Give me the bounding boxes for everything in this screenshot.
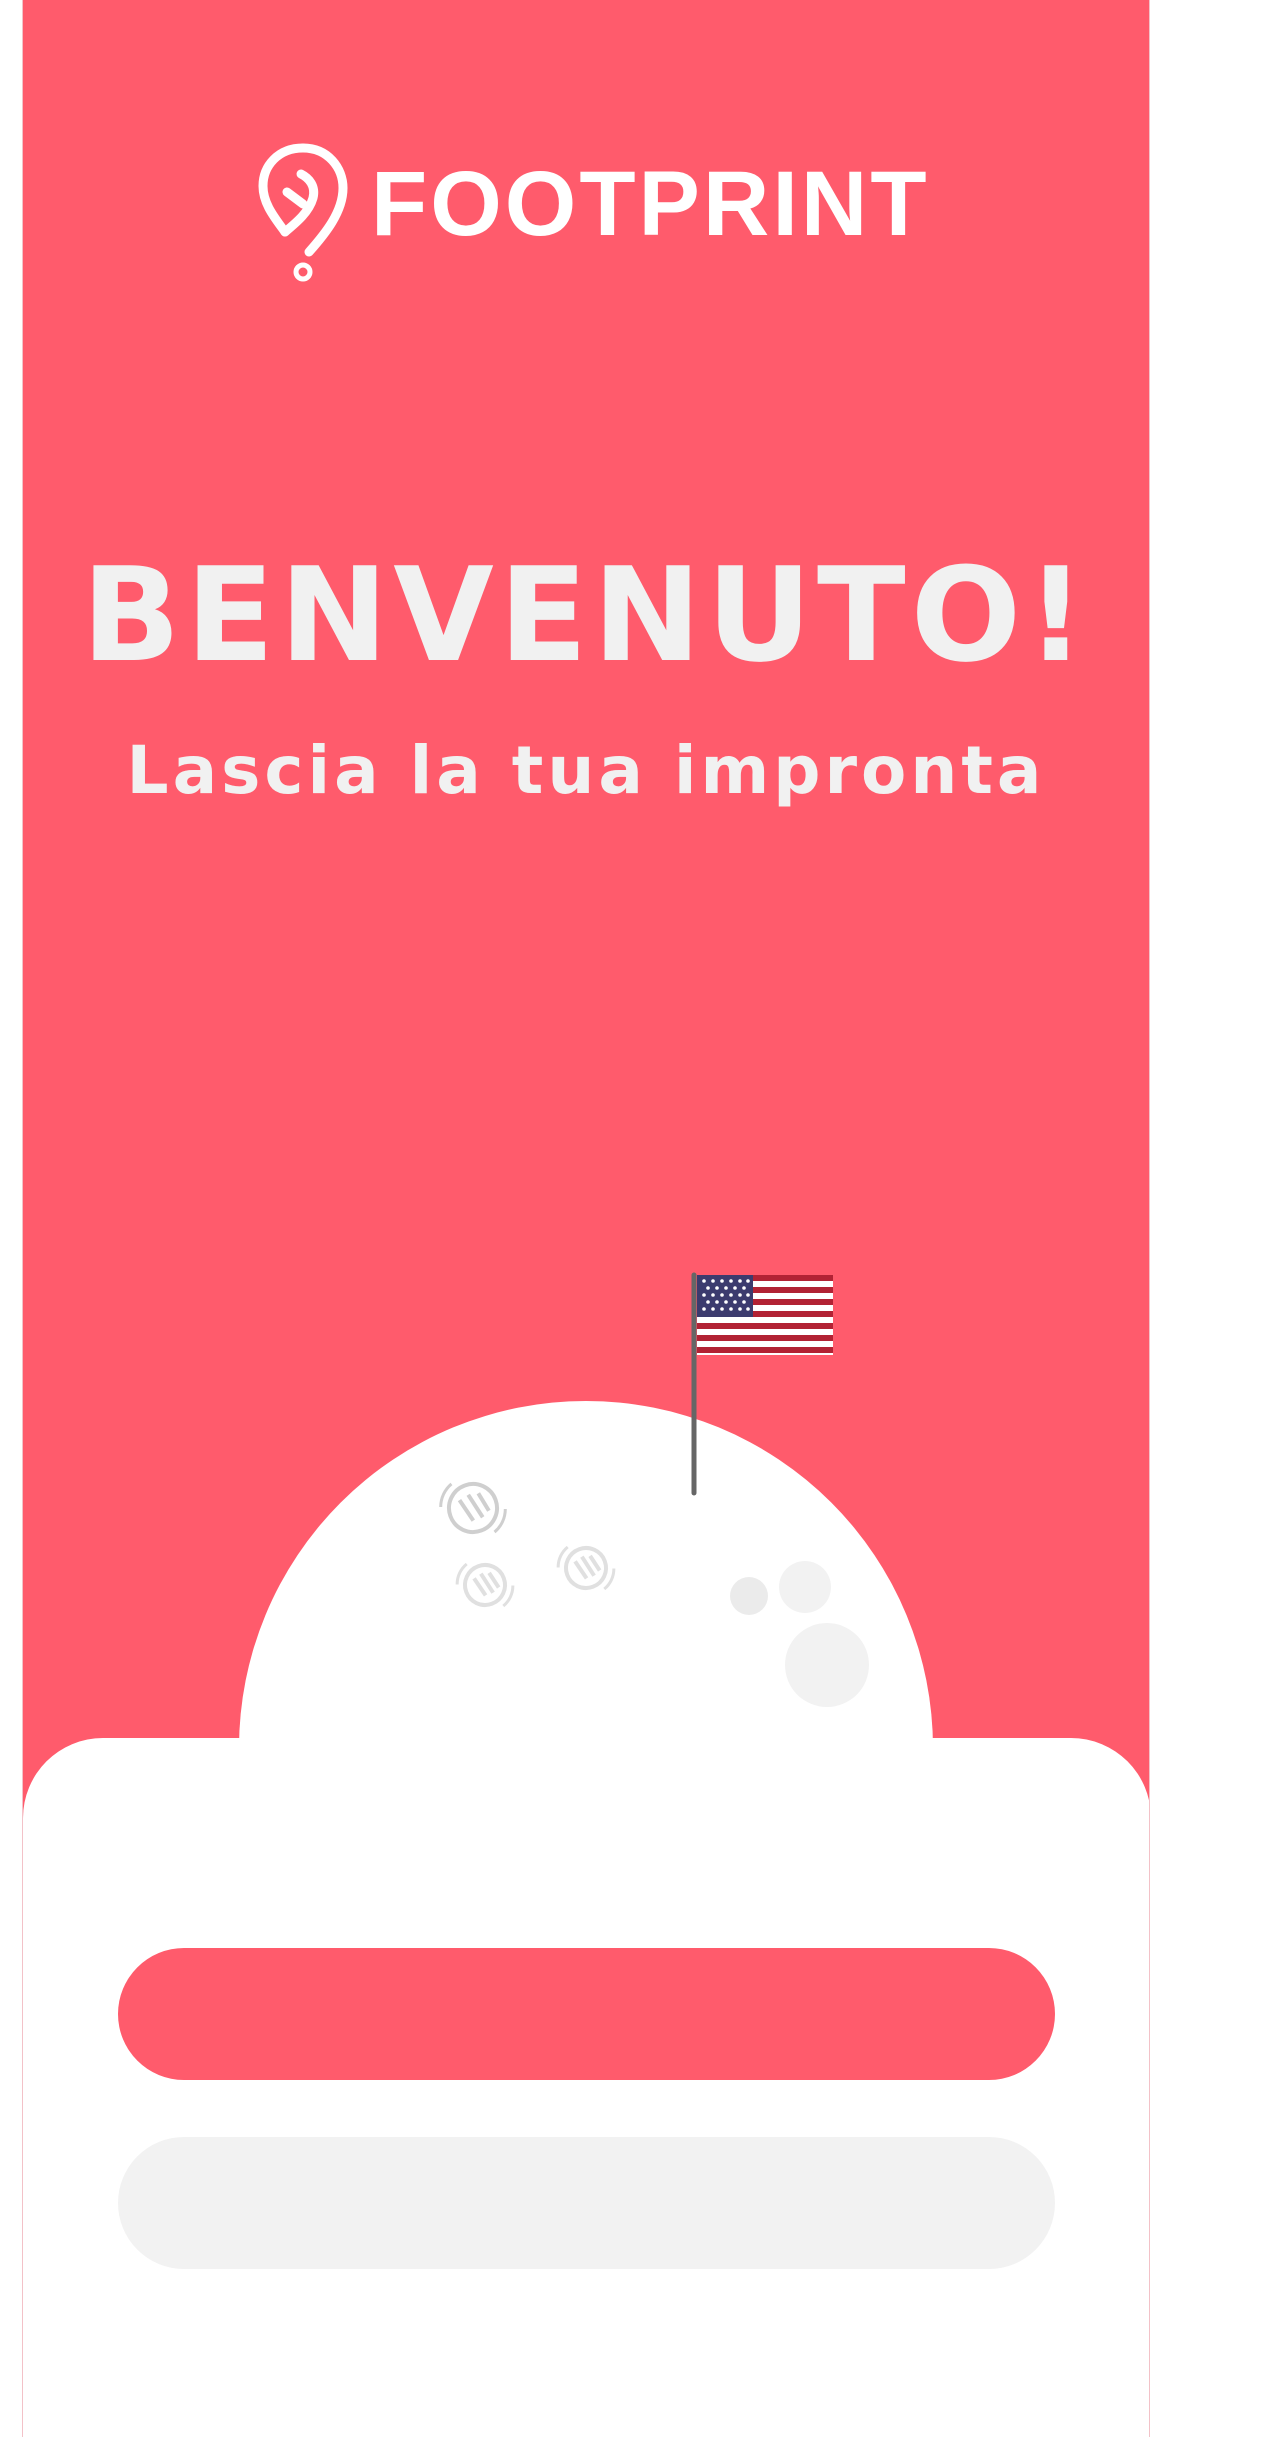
secondary-action-button[interactable] [118, 2137, 1055, 2269]
moon-illustration [239, 1272, 933, 1760]
welcome-subtitle: Lascia la tua impronta [126, 732, 1046, 809]
welcome-title: BENVENUTO! [81, 539, 1091, 691]
crater [785, 1623, 869, 1707]
crater [730, 1577, 768, 1615]
location-pin-logo-icon [258, 143, 348, 282]
app-screen: FOOTPRINT BENVENUTO! Lascia la tua impro… [22, 0, 1150, 2437]
app-logo: FOOTPRINT [23, 140, 1149, 290]
bottom-card [23, 1738, 1149, 2437]
app-name: FOOTPRINT [371, 153, 930, 255]
crater [779, 1561, 831, 1613]
primary-action-button[interactable] [118, 1948, 1055, 2080]
